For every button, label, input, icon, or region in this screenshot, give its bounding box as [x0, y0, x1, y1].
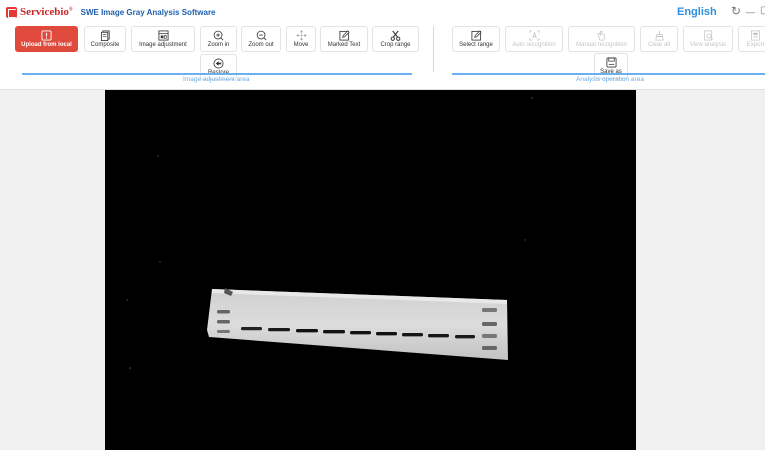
upload-from-local-button[interactable]: Upload from local	[15, 26, 78, 52]
refresh-icon[interactable]: ↻	[731, 4, 741, 18]
composite-icon	[100, 30, 110, 41]
clear-all-label: Clear all	[647, 42, 670, 48]
export-icon	[751, 30, 760, 41]
auto-recognition-button[interactable]: Auto recognition	[505, 26, 563, 52]
minimize-icon[interactable]: —	[746, 7, 755, 17]
manual-recognition-label: Manual recognition	[576, 42, 627, 48]
view-analysis-label: View analysis	[689, 42, 727, 48]
crop-range-button[interactable]: Crop range	[372, 26, 419, 52]
move-button[interactable]: Move	[286, 26, 316, 52]
view-analysis-icon	[703, 30, 713, 41]
move-label: Move	[293, 42, 309, 48]
auto-recognition-icon	[529, 30, 539, 41]
auto-recognition-label: Auto recognition	[512, 42, 556, 48]
upload-icon	[41, 30, 52, 41]
title-bar: Servicebio® SWE Image Gray Analysis Soft…	[0, 0, 765, 24]
close-window-icon[interactable]: ▢	[760, 5, 765, 16]
image-adjustment-button[interactable]: Image adjustment	[131, 26, 195, 52]
brand-name: Servicebio®	[20, 6, 73, 18]
move-icon	[295, 30, 307, 41]
restore-icon	[213, 58, 224, 69]
marked-text-label: Marked Text	[327, 42, 361, 48]
edit-icon	[339, 30, 350, 41]
crop-range-label: Crop range	[380, 42, 411, 48]
language-selector[interactable]: English	[677, 6, 717, 18]
upload-label: Upload from local	[21, 42, 72, 48]
composite-label: Composite	[90, 42, 120, 48]
blot-image	[105, 90, 636, 450]
select-range-button[interactable]: Select range	[452, 26, 500, 52]
image-adjust-icon	[158, 30, 168, 41]
image-adjustment-label: Image adjustment	[139, 42, 187, 48]
analysis-operation-area-label: Analysis operation area	[576, 76, 644, 83]
edit-icon	[471, 30, 482, 41]
save-icon	[606, 57, 616, 68]
zoom-in-icon	[213, 30, 224, 41]
image-canvas[interactable]	[105, 90, 636, 450]
manual-recognition-button[interactable]: Manual recognition	[568, 26, 635, 52]
composite-button[interactable]: Composite	[84, 26, 126, 52]
toolbar-divider	[433, 26, 434, 72]
image-adjustment-area-line	[22, 73, 412, 75]
marked-text-button[interactable]: Marked Text	[320, 26, 368, 52]
zoom-in-button[interactable]: Zoom in	[200, 26, 237, 52]
image-adjustment-area-label: Image adjustment area	[183, 76, 250, 83]
analysis-area-line	[452, 73, 765, 75]
clear-all-button[interactable]: Clear all	[640, 26, 678, 52]
zoom-in-label: Zoom in	[207, 42, 230, 48]
zoom-out-button[interactable]: Zoom out	[241, 26, 281, 52]
export-label: Export	[746, 42, 765, 48]
export-button[interactable]: Export	[738, 26, 765, 52]
hand-icon	[597, 31, 606, 41]
zoom-out-label: Zoom out	[248, 42, 274, 48]
app-title: SWE Image Gray Analysis Software	[80, 7, 216, 17]
broom-icon	[654, 30, 664, 41]
servicebio-logo-icon	[6, 6, 17, 18]
toolbar: Upload from local Composite Image adjust…	[0, 24, 765, 90]
zoom-out-icon	[256, 30, 266, 41]
scissors-icon	[390, 30, 401, 41]
select-range-label: Select range	[459, 42, 493, 48]
view-analysis-button[interactable]: View analysis	[683, 26, 733, 52]
